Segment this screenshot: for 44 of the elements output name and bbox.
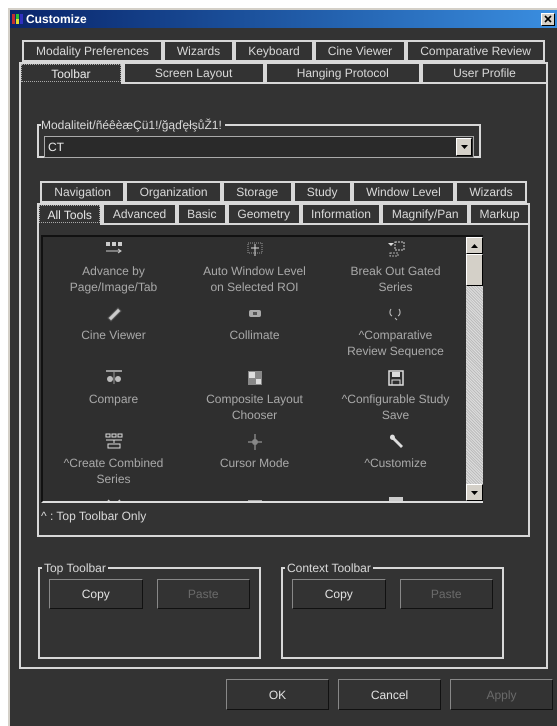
tool-label[interactable]: ^Configurable Study Save — [325, 391, 466, 423]
window-title: Customize — [26, 11, 87, 28]
tool-label[interactable]: Advance by Page/Image/Tab — [43, 263, 184, 295]
tool-label[interactable]: Compare — [74, 391, 152, 407]
tab[interactable]: Study — [292, 181, 352, 203]
footnote: ^ : Top Toolbar Only — [41, 508, 148, 525]
tool-label[interactable]: Cine Viewer — [67, 327, 160, 343]
tab[interactable]: Modality Preferences — [22, 40, 163, 62]
tab[interactable]: Basic — [176, 203, 227, 225]
dropdown-value: CT — [47, 139, 65, 156]
modality-dropdown[interactable]: CT — [44, 136, 474, 158]
tool-label[interactable]: Auto Window Level on Selected ROI — [184, 263, 325, 295]
tab[interactable]: Cine Viewer — [314, 40, 406, 62]
copy-paste-button[interactable]: Copy — [292, 579, 386, 609]
tab[interactable]: Magnify/Pan — [381, 203, 470, 225]
tool-label[interactable]: Composite Layout Chooser — [184, 391, 325, 423]
dialog-button[interactable]: Cancel — [338, 679, 441, 710]
tab[interactable]: Keyboard — [234, 40, 314, 62]
tool-label[interactable]: Cursor Mode — [206, 455, 304, 471]
tab[interactable]: Information — [300, 203, 382, 225]
tab[interactable]: Organization — [125, 181, 222, 203]
tab[interactable]: Hanging Protocol — [264, 62, 421, 84]
tool-label[interactable]: Collimate — [215, 327, 294, 343]
copy-paste-button[interactable]: Copy — [49, 579, 142, 609]
group-title: Top Toolbar — [42, 560, 108, 576]
tab[interactable]: Geometry — [226, 203, 300, 225]
dialog-button[interactable]: OK — [226, 679, 329, 710]
modality-label: Modaliteit/ñéêèæÇü1!/ğąďęłşůŽ1! — [41, 117, 225, 133]
tab[interactable]: Window Level — [352, 181, 456, 203]
tab[interactable]: All Tools — [37, 203, 102, 225]
tool-label[interactable]: ^Comparative Review Sequence — [325, 327, 466, 359]
tab[interactable]: Markup — [469, 203, 530, 225]
tool-label[interactable]: ^Customize — [350, 455, 441, 471]
tab[interactable]: Toolbar — [19, 62, 123, 84]
tool-label[interactable]: Break Out Gated Series — [325, 263, 466, 295]
tab[interactable]: Storage — [222, 181, 293, 203]
tab[interactable]: Comparative Review — [406, 40, 546, 62]
tool-label[interactable]: ^Create Combined Series — [43, 455, 184, 487]
tab[interactable]: Navigation — [40, 181, 126, 203]
tab[interactable]: Advanced — [102, 203, 177, 225]
tab[interactable]: Screen Layout — [122, 62, 264, 84]
tab[interactable]: Wizards — [455, 181, 527, 203]
tab[interactable]: Wizards — [162, 40, 234, 62]
tab[interactable]: User Profile — [420, 62, 548, 84]
